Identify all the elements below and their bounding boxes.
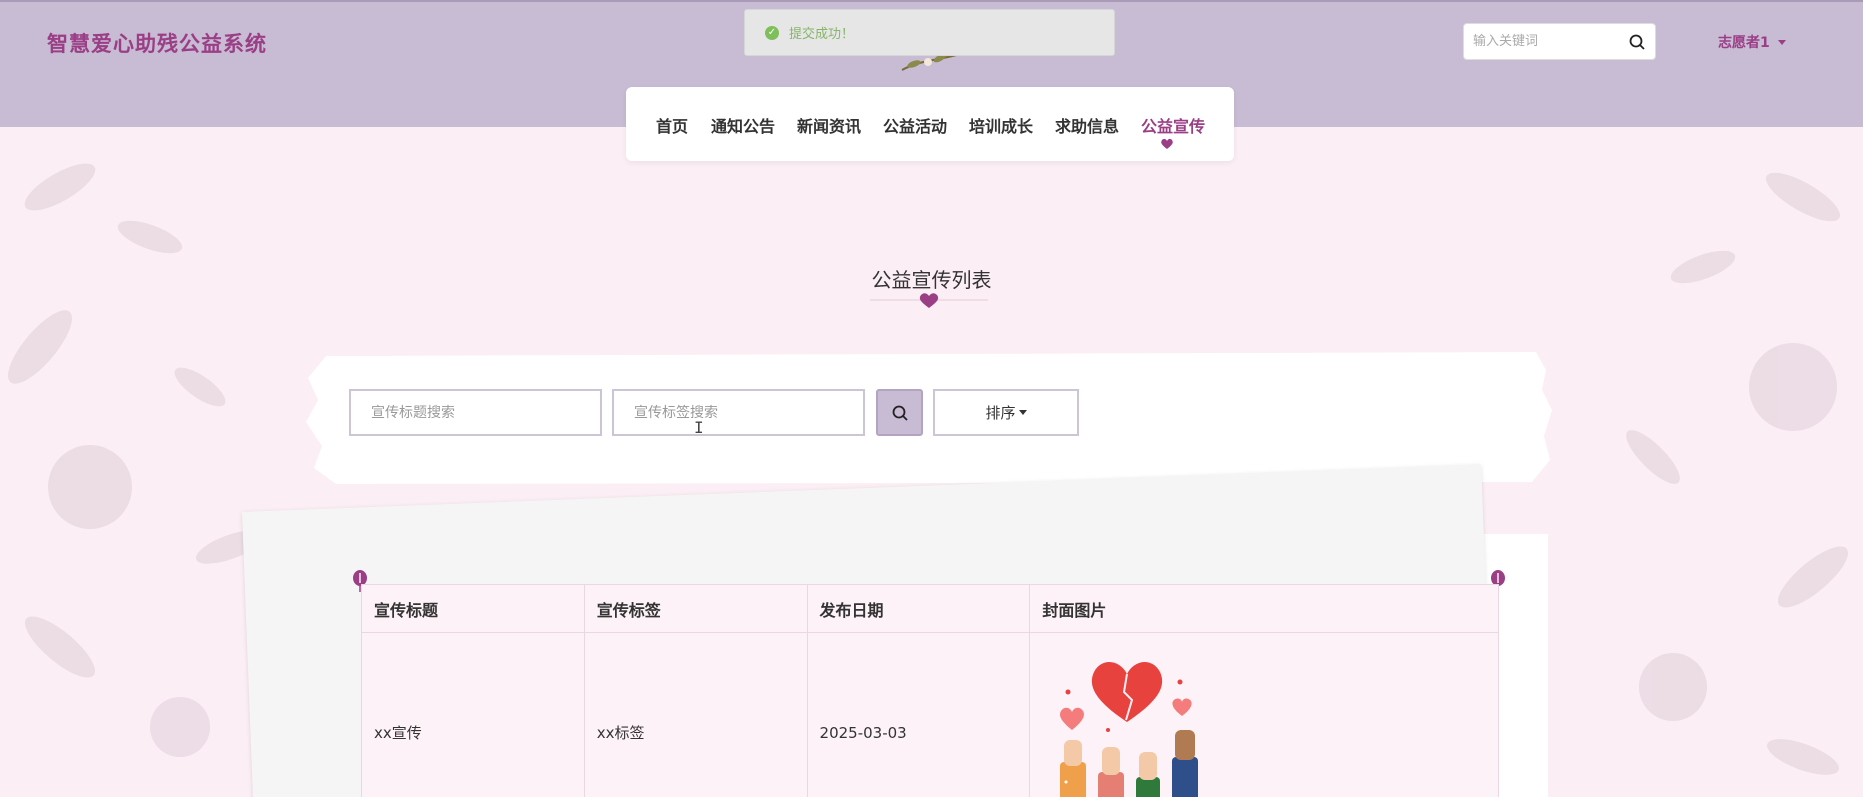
nav-item-training[interactable]: 培训成长 [969,113,1033,137]
cell-cover [1029,632,1499,797]
title-search-field [349,389,602,436]
nav-item-activities[interactable]: 公益活动 [883,113,947,137]
column-header-cover: 封面图片 [1029,584,1499,633]
active-heart-icon [1161,138,1173,149]
floral-background-right [1626,172,1849,775]
text-cursor-icon: I [694,418,704,437]
nav-item-notices[interactable]: 通知公告 [711,113,775,137]
column-header-date: 发布日期 [806,584,1031,633]
cell-date: 2025-03-03 [806,632,1031,797]
tag-search-input[interactable] [614,391,863,434]
header-search [1463,23,1656,60]
keyword-search-input[interactable] [1464,24,1614,59]
chevron-down-icon [1018,410,1027,415]
table-row[interactable]: xx宣传 xx标签 2025-03-03 [361,632,1499,797]
nav-item-home[interactable]: 首页 [656,113,688,137]
column-header-title: 宣传标题 [361,584,585,633]
heart-divider-icon [870,293,988,308]
user-name: 志愿者1 [1718,35,1770,51]
search-button[interactable] [876,389,923,436]
nav-item-news[interactable]: 新闻资讯 [797,113,861,137]
toast-message: 提交成功！ [789,27,855,42]
table-header-row: 宣传标题 宣传标签 发布日期 封面图片 [361,584,1499,633]
search-icon [892,405,908,421]
publicity-table: 宣传标题 宣传标签 发布日期 封面图片 xx宣传 xx标签 2025-03-03 [361,584,1499,797]
sort-label: 排序 [985,404,1016,422]
title-search-input[interactable] [351,391,600,434]
user-menu[interactable]: 志愿者1 [1718,32,1786,52]
cover-image[interactable] [1042,652,1212,797]
cell-title[interactable]: xx宣传 [361,632,585,797]
nav-item-publicity[interactable]: 公益宣传 [1141,113,1205,137]
search-icon[interactable] [1628,33,1646,51]
page-title: 公益宣传列表 [871,268,992,292]
check-circle-icon: ✓ [765,25,779,40]
success-toast: ✓ 提交成功！ [744,9,1115,56]
column-header-tag: 宣传标签 [583,584,808,633]
site-title[interactable]: 智慧爱心助残公益系统 [47,28,267,58]
nav-item-help[interactable]: 求助信息 [1055,113,1119,137]
tag-search-field [612,389,865,436]
main-nav: 首页 通知公告 新闻资讯 公益活动 培训成长 求助信息 公益宣传 [626,87,1234,161]
cell-tag: xx标签 [583,632,808,797]
chevron-down-icon [1777,39,1786,45]
sort-dropdown-button[interactable]: 排序 [933,389,1079,436]
